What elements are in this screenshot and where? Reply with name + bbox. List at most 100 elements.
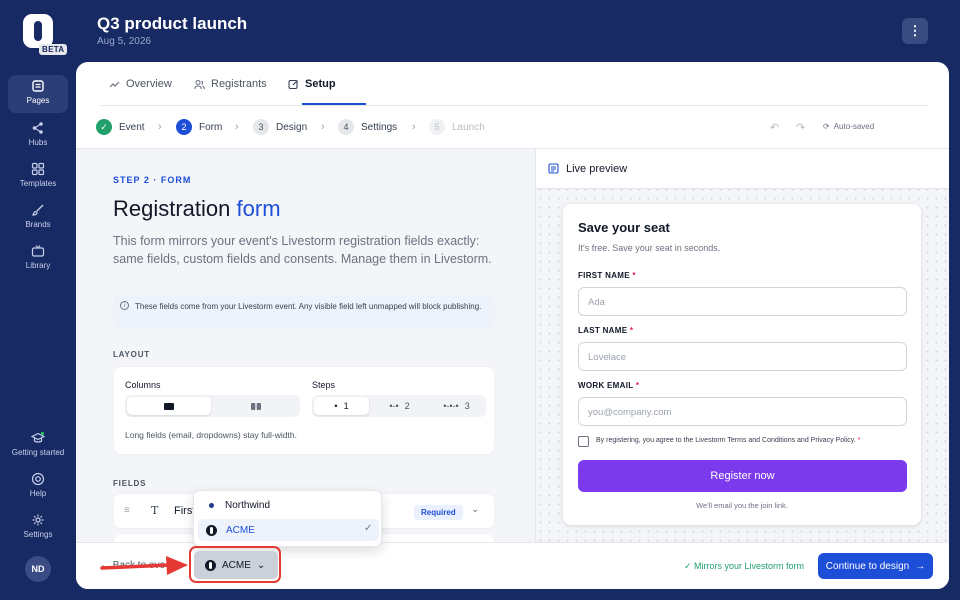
tab-overview[interactable]: Overview — [109, 78, 172, 90]
dot-icon: • — [334, 401, 338, 411]
arrow-right-icon: → — [915, 560, 926, 572]
register-button[interactable]: Register now — [578, 460, 907, 492]
app-logo[interactable] — [23, 14, 53, 48]
step-launch: 5 Launch — [429, 119, 485, 135]
tv-icon — [31, 245, 45, 257]
form-editor-pane: STEP 2 · FORM Registration form This for… — [76, 148, 535, 542]
first-name-field[interactable]: Ada — [578, 287, 907, 316]
rail-label: Templates — [19, 179, 57, 188]
more-menu-button[interactable]: ⋮ — [902, 18, 928, 44]
edit-icon — [288, 79, 298, 89]
step-event[interactable]: ✓ Event — [96, 119, 145, 135]
rail-label: Pages — [26, 96, 50, 105]
active-tab-indicator — [302, 103, 366, 105]
step-option-label: 2 — [404, 401, 410, 411]
rail-item-hubs[interactable]: Hubs — [8, 117, 68, 155]
two-column-option[interactable] — [214, 397, 298, 415]
sync-icon: ⟳ — [823, 122, 830, 131]
form-title: Save your seat — [578, 220, 670, 235]
form-footnote: We'll email you the join link. — [696, 501, 788, 510]
chevron-right-icon: › — [412, 121, 416, 133]
gear-icon — [32, 514, 44, 526]
step-check-icon: ✓ — [96, 119, 112, 135]
step-form[interactable]: 2 Form — [176, 119, 222, 135]
one-step-option[interactable]: • 1 — [314, 397, 369, 415]
lifebuoy-icon — [31, 472, 45, 486]
check-icon: ✓ — [364, 523, 373, 534]
rail-label: Hubs — [28, 138, 48, 147]
event-date: Aug 5, 2026 — [97, 36, 151, 47]
step-number: 5 — [429, 119, 445, 135]
tab-setup[interactable]: Setup — [288, 78, 336, 90]
workspace-option-northwind[interactable]: Northwind — [198, 494, 379, 516]
info-text: These fields come from your Livestorm ev… — [135, 302, 482, 311]
step-design[interactable]: 3 Design — [253, 119, 307, 135]
workspace-option-label: Northwind — [225, 499, 271, 511]
preview-icon — [548, 163, 559, 174]
section-title-accent: form — [236, 196, 281, 221]
email-field[interactable]: you@company.com — [578, 397, 907, 426]
step-option-label: 3 — [464, 401, 470, 411]
preview-label: Live preview — [566, 163, 628, 175]
layout-panel: Columns Steps • 1 •-• 2 •-•-• 3 Long fie… — [113, 366, 495, 455]
chevron-down-icon[interactable]: ⌄ — [471, 504, 479, 515]
consent-text: By registering, you agree to the Livesto… — [596, 437, 861, 444]
step-number: 2 — [176, 119, 192, 135]
columns-label: Columns — [125, 380, 161, 390]
page-title: Q3 product launch — [97, 14, 248, 33]
step-label: Design — [276, 121, 308, 133]
rail-label: Brands — [25, 220, 51, 229]
workspace-option-acme[interactable]: ACME ✓ — [198, 519, 379, 541]
one-column-option[interactable] — [127, 397, 211, 415]
tab-bar: Overview Registrants Setup — [100, 62, 928, 106]
rail-item-getting-started[interactable]: Getting started — [8, 427, 68, 465]
autosave-label: Auto-saved — [833, 122, 875, 131]
text-field-icon: T — [151, 504, 159, 517]
two-columns-icon — [251, 402, 261, 410]
graduation-cap-icon — [31, 431, 45, 443]
rail-item-templates[interactable]: Templates — [8, 158, 68, 196]
rail-item-brands[interactable]: Brands — [8, 199, 68, 237]
registration-form-preview: Save your seat It's free. Save your seat… — [563, 204, 921, 525]
fields-heading: FIELDS — [113, 479, 147, 488]
tab-registrants[interactable]: Registrants — [194, 78, 267, 90]
continue-label: Continue to design — [825, 560, 910, 572]
email-label: WORK EMAIL * — [578, 381, 640, 390]
step-eyebrow: STEP 2 · FORM — [113, 175, 192, 185]
tab-label: Overview — [126, 78, 172, 90]
two-dots-icon: •-• — [389, 401, 399, 411]
steps-selector: • 1 •-• 2 •-•-• 3 — [312, 395, 486, 417]
live-preview-pane: Live preview Save your seat It's free. S… — [535, 148, 949, 542]
consent-checkbox[interactable] — [578, 436, 589, 447]
step-settings[interactable]: 4 Settings — [338, 119, 397, 135]
two-steps-option[interactable]: •-• 2 — [372, 397, 427, 415]
last-name-field[interactable]: Lovelace — [578, 342, 907, 371]
required-badge: Required — [414, 505, 463, 520]
section-title: Registration form — [113, 196, 281, 222]
info-icon: i — [120, 301, 129, 310]
preview-header: Live preview — [536, 149, 949, 189]
step-label: Launch — [452, 121, 485, 133]
rail-item-library[interactable]: Library — [8, 240, 68, 278]
avatar[interactable]: ND — [25, 556, 51, 582]
three-steps-option[interactable]: •-•-• 3 — [429, 397, 484, 415]
redo-icon[interactable]: ↷ — [796, 121, 805, 134]
brush-icon — [32, 204, 44, 216]
users-icon — [194, 79, 205, 89]
rail-item-help[interactable]: Help — [8, 468, 68, 506]
autosave-status: ⟳ Auto-saved — [823, 122, 874, 131]
rail-item-settings[interactable]: Settings — [8, 509, 68, 547]
drag-handle-icon[interactable]: ≡ — [124, 505, 130, 516]
info-banner: i These fields come from your Livestorm … — [113, 295, 495, 328]
layout-note: Long fields (email, dropdowns) stay full… — [125, 430, 297, 440]
rail-label: Settings — [23, 530, 53, 539]
workspace-menu: Northwind ACME ✓ — [193, 490, 382, 547]
step-number: 3 — [253, 119, 269, 135]
section-title-main: Registration — [113, 196, 231, 221]
mirror-status: ✓ Mirrors your Livestorm form — [684, 561, 805, 571]
rail-item-pages[interactable]: Pages — [8, 75, 68, 113]
steps-label: Steps — [312, 380, 336, 390]
continue-button[interactable]: Continue to design → — [818, 553, 933, 579]
undo-icon[interactable]: ↶ — [770, 121, 779, 134]
step-label: Event — [119, 121, 145, 133]
